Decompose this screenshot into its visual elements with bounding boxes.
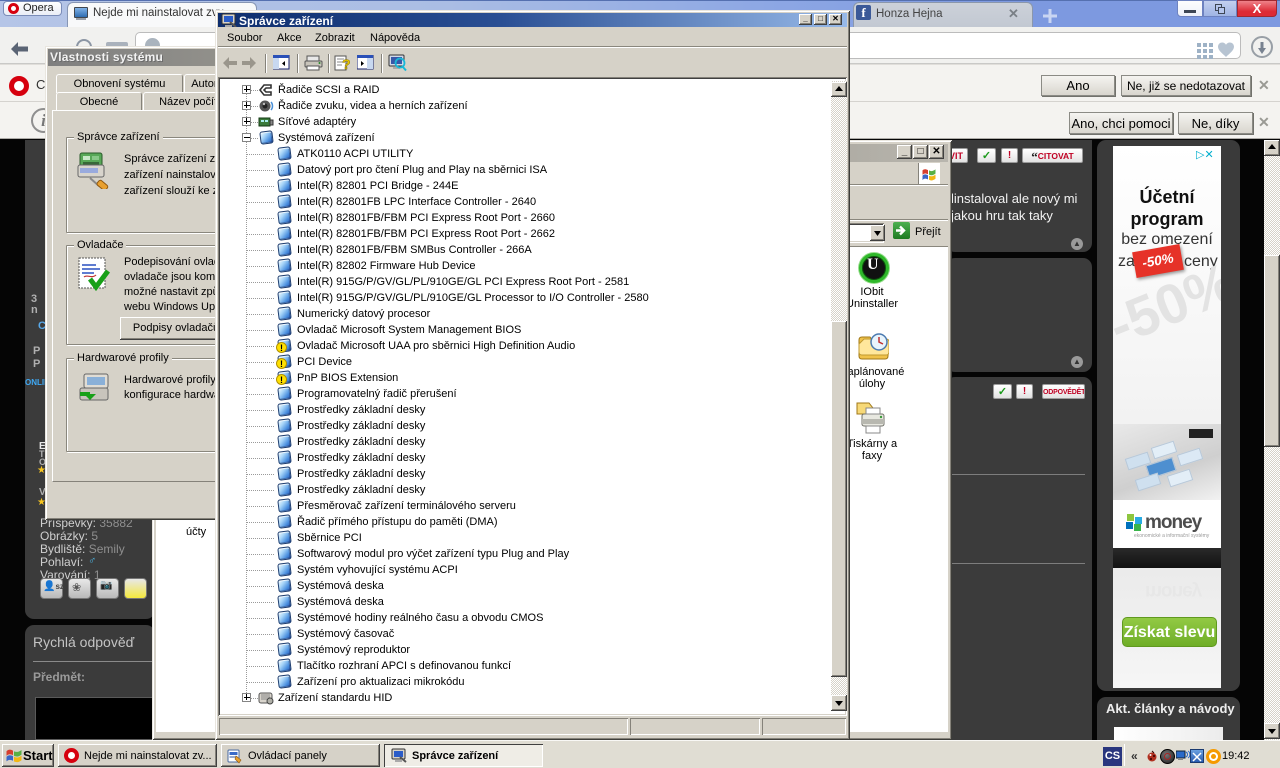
svg-text:?: ? [342,56,351,72]
